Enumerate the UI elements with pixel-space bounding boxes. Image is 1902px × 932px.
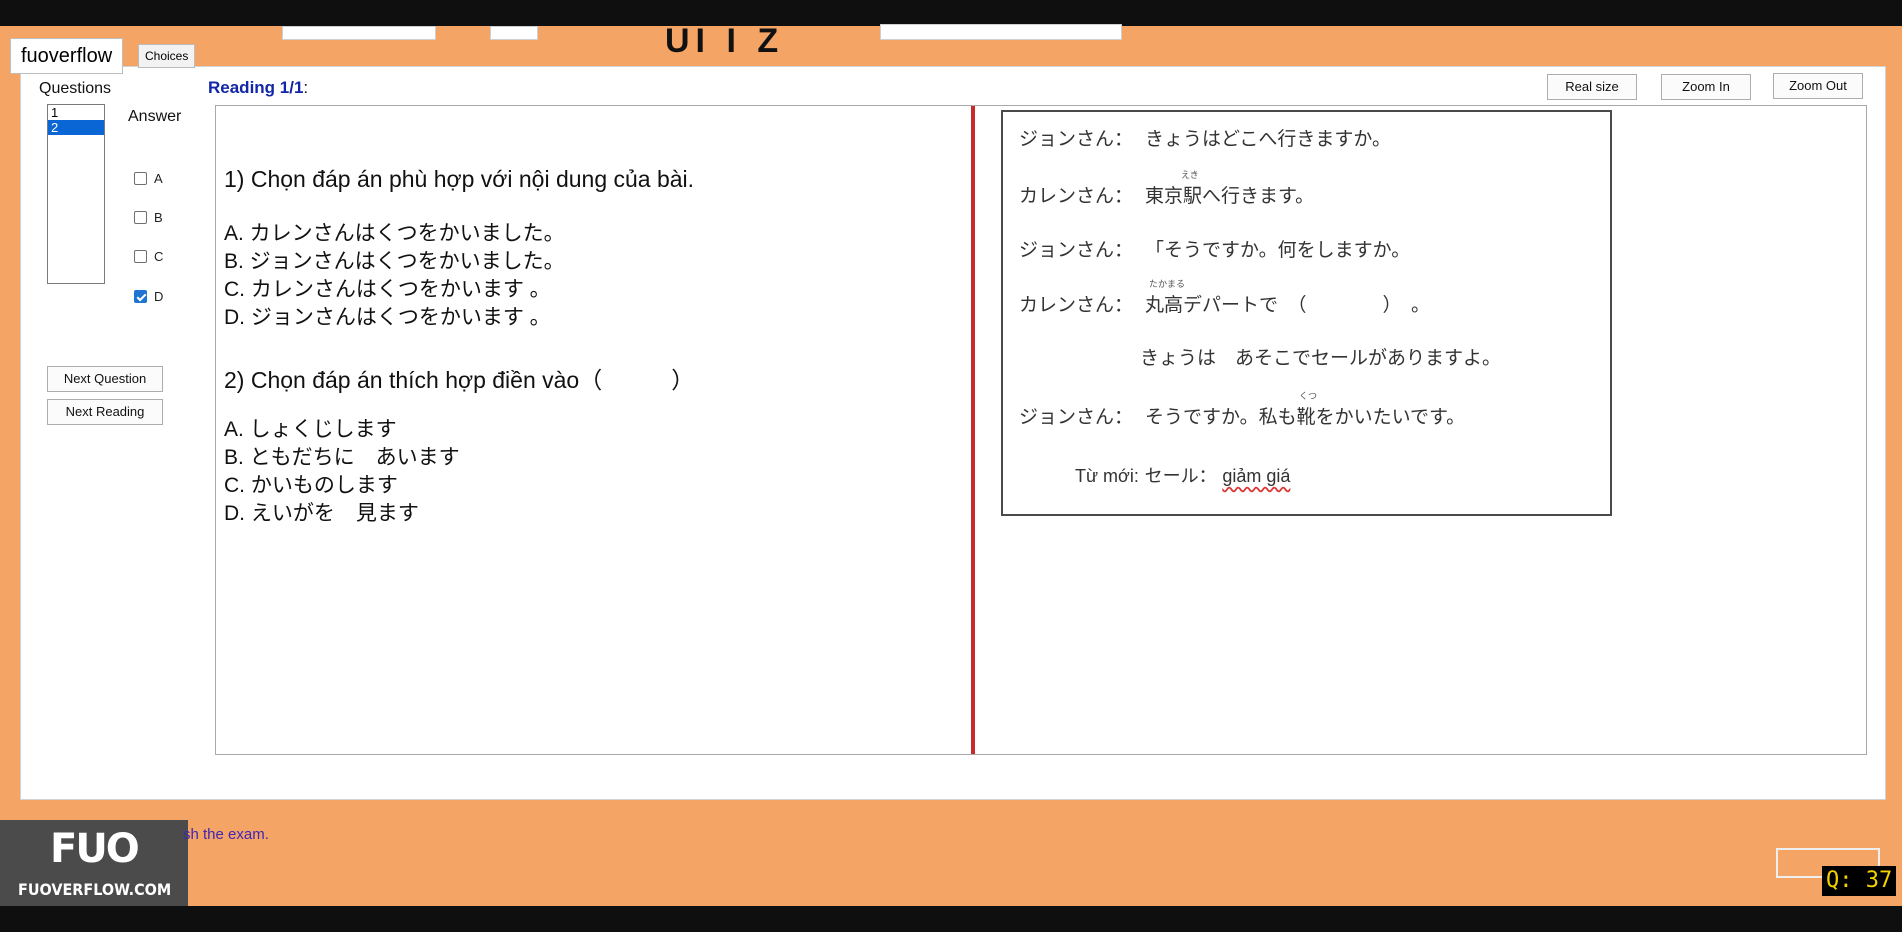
furigana: たかまる [1149,280,1186,290]
question-list-item-selected[interactable]: 2 [48,120,104,135]
answer-option-d[interactable]: D [134,288,163,304]
passage-line: 東京駅へ行きます。 [1145,185,1315,207]
reading-passage-image: ジョンさん： きょうはどこへ行きますか。 えき カレンさん： 東京駅へ行きます。… [1001,110,1612,516]
zoom-out-button[interactable]: Zoom Out [1773,73,1863,99]
real-size-button[interactable]: Real size [1547,74,1637,100]
exam-panel: Questions 1 2 Answer A B C D Next Questi… [20,66,1886,800]
vocab-term: セール： [1144,466,1217,487]
passage-speaker: カレンさん： [1019,185,1134,207]
zoom-in-button[interactable]: Zoom In [1661,74,1751,100]
question-list-item[interactable]: 1 [48,105,104,120]
furigana: えき [1181,171,1199,181]
question-1-answer-a: A. カレンさんはくつをかいました。 [224,222,565,245]
question-2-answer-b: B. ともだちに あいます [224,446,460,469]
vocab-line: Từ mới: セール： giảm giá [1075,462,1290,488]
fuoverflow-watermark: FUO FUOVERFLOW.COM [0,820,188,906]
questions-label: Questions [39,80,112,97]
question-1-answer-c: C. カレンさんはくつをかいます 。 [224,278,551,301]
checkbox-b[interactable] [134,210,147,224]
exam-window: UI I Z fuoverflow Choices Questions 1 2 … [0,22,1902,906]
tab-choices[interactable]: Choices [138,44,196,68]
answer-option-c[interactable]: C [134,248,163,264]
reading-label: Reading 1/1: [208,78,308,98]
question-2-answer-a: A. しょくじします [224,418,397,441]
question-counter: Q: 37 [1822,866,1897,896]
watermark-logo: FUO [50,826,140,872]
exam-title-fragment: UI I Z [665,22,785,60]
top-input-fragment [282,26,436,40]
passage-line: きょうはどこへ行きますか。 [1145,128,1392,150]
reading-content: 1) Chọn đáp án phù hợp với nội dung của … [215,105,1867,755]
passage-line: 「そうですか。何をしますか。 [1145,239,1411,261]
passage-line: そうですか。私も靴をかいたいです。 [1145,406,1466,428]
passage-speaker: カレンさん： [1019,294,1134,316]
reading-counter: Reading 1/1 [208,78,304,97]
passage-line: 丸高デパートで （ ） 。 [1145,294,1431,316]
checkbox-d[interactable] [134,289,147,303]
question-pane[interactable]: 1) Chọn đáp án phù hợp với nội dung của … [216,106,971,754]
passage-line: きょうは あそこでセールがありますよ。 [1140,347,1502,369]
question-2-text: 2) Chọn đáp án thích hợp điền vào（ ） [224,367,695,393]
next-reading-button[interactable]: Next Reading [47,399,163,425]
passage-speaker: ジョンさん： [1019,406,1134,428]
vocab-meaning: giảm giá [1222,466,1291,486]
vocab-label: Từ mới: [1075,466,1139,486]
answer-label: Answer [128,108,182,125]
reading-colon: : [303,78,309,97]
question-2-answer-d: D. えいがを 見ます [224,502,419,525]
question-list[interactable]: 1 2 [47,104,105,284]
option-label: D [154,288,164,304]
option-label: A [154,170,163,186]
next-question-button[interactable]: Next Question [47,366,163,392]
option-label: C [154,248,164,264]
question-2-answer-c: C. かいものします [224,474,398,497]
top-input-fragment [880,24,1122,40]
checkbox-c[interactable] [134,249,147,263]
passage-speaker: ジョンさん： [1019,239,1134,261]
tab-multiple[interactable]: fuoverflow [10,38,124,74]
watermark-site: FUOVERFLOW.COM [18,880,172,899]
question-1-answer-d: D. ジョンさんはくつをかいます 。 [224,306,551,329]
furigana: くつ [1299,392,1318,402]
answer-option-b[interactable]: B [134,209,163,225]
passage-speaker: ジョンさん： [1019,128,1134,150]
checkbox-a[interactable] [134,171,147,185]
pane-splitter[interactable] [971,106,975,754]
option-label: B [154,209,163,225]
question-1-text: 1) Chọn đáp án phù hợp với nội dung của … [224,166,695,192]
question-1-answer-b: B. ジョンさんはくつをかいました。 [224,250,565,273]
answer-option-a[interactable]: A [134,170,163,186]
finish-exam-label: sh the exam. [183,826,269,843]
top-input-fragment [490,26,538,40]
